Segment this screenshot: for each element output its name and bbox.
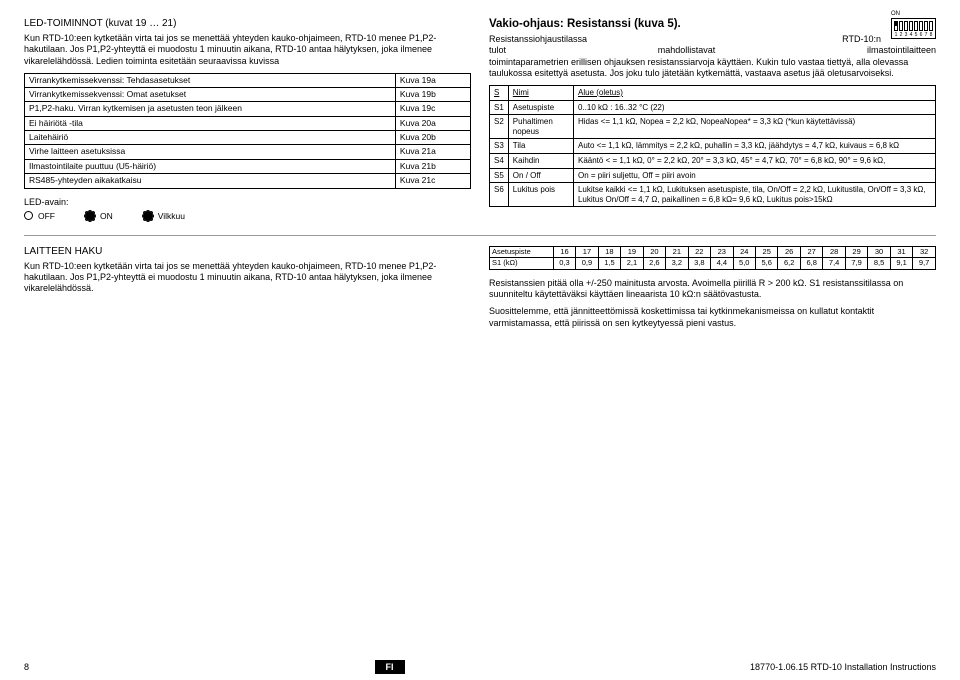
settings-table: SNimiAlue (oletus) S1Asetuspiste0..10 kΩ…	[489, 85, 936, 207]
setpoint-table: Asetuspiste16171819202122232425262728293…	[489, 246, 936, 270]
led-on-icon	[85, 211, 95, 221]
resistance-para: ResistanssiohjaustilassaRTD-10:n tulotma…	[489, 34, 936, 79]
dip-switch-icon: ON 1 2 3 4 5 6 7 8	[885, 18, 936, 39]
section-divider	[24, 235, 936, 236]
section-heading-search: LAITTEEN HAKU	[24, 246, 471, 257]
led-key-heading: LED-avain:	[24, 197, 471, 207]
para-led: Kun RTD-10:een kytketään virta tai jos s…	[24, 33, 471, 67]
led-off-icon	[24, 211, 33, 220]
lang-badge: FI	[375, 660, 405, 674]
doc-id: 18770-1.06.15 RTD-10 Installation Instru…	[750, 662, 936, 672]
para-contacts: Suosittelemme, että jännitteettömissä ko…	[489, 306, 936, 329]
section-heading-led: LED-TOIMINNOT (kuvat 19 … 21)	[24, 18, 471, 29]
para-resistance-tol: Resistanssien pitää olla +/-250 mainitus…	[489, 278, 936, 301]
led-seq-table: Virrankytkemissekvenssi: Tehdasasetukset…	[24, 73, 471, 189]
page-footer: 8 FI 18770-1.06.15 RTD-10 Installation I…	[24, 660, 936, 674]
led-legend: OFF ON Vilkkuu	[24, 211, 471, 221]
para-search: Kun RTD-10:een kytketään virta tai jos s…	[24, 261, 471, 295]
led-blink-icon	[143, 211, 153, 221]
page-number: 8	[24, 662, 29, 672]
resistance-control-title: Vakio-ohjaus: Resistanssi (kuva 5).	[489, 18, 936, 30]
